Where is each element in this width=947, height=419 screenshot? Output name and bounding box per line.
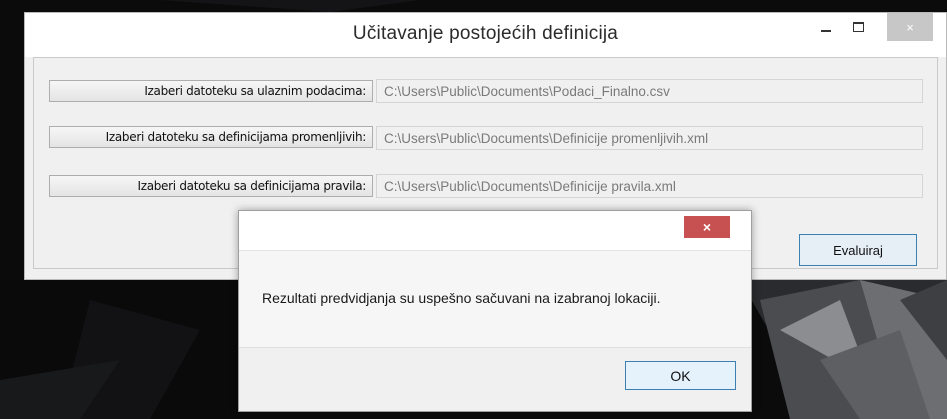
close-icon: × (906, 19, 914, 35)
window-title: Učitavanje postojećih definicija (352, 23, 619, 44)
minimize-button[interactable] (813, 13, 839, 41)
select-rules-file-button[interactable]: Izaberi datoteku sa definicijama pravila… (49, 175, 373, 197)
close-button[interactable]: × (887, 13, 933, 41)
close-icon: × (702, 219, 712, 235)
message-box: × Rezultati predvidjanja su uspešno saču… (238, 210, 752, 412)
minimize-icon (821, 30, 831, 32)
maximize-button[interactable] (845, 13, 871, 41)
maximize-icon (852, 22, 864, 32)
ok-button[interactable]: OK (625, 361, 736, 390)
variables-path-field[interactable]: C:\Users\Public\Documents\Definicije pro… (376, 126, 923, 150)
message-text: Rezultati predvidjanja su uspešno sačuva… (262, 290, 661, 306)
evaluate-button[interactable]: Evaluiraj (799, 234, 917, 266)
select-input-data-file-button[interactable]: Izaberi datoteku sa ulaznim podacima: (49, 80, 373, 102)
input-data-path-field[interactable]: C:\Users\Public\Documents\Podaci_Finalno… (376, 79, 923, 103)
rules-path-field[interactable]: C:\Users\Public\Documents\Definicije pra… (376, 174, 923, 198)
title-bar: Učitavanje postojećih definicija × (25, 13, 946, 57)
select-variables-file-button[interactable]: Izaberi datoteku sa definicijama promenl… (49, 126, 373, 148)
message-box-close-button[interactable]: × (684, 216, 730, 238)
message-box-title-bar: × (239, 211, 751, 251)
